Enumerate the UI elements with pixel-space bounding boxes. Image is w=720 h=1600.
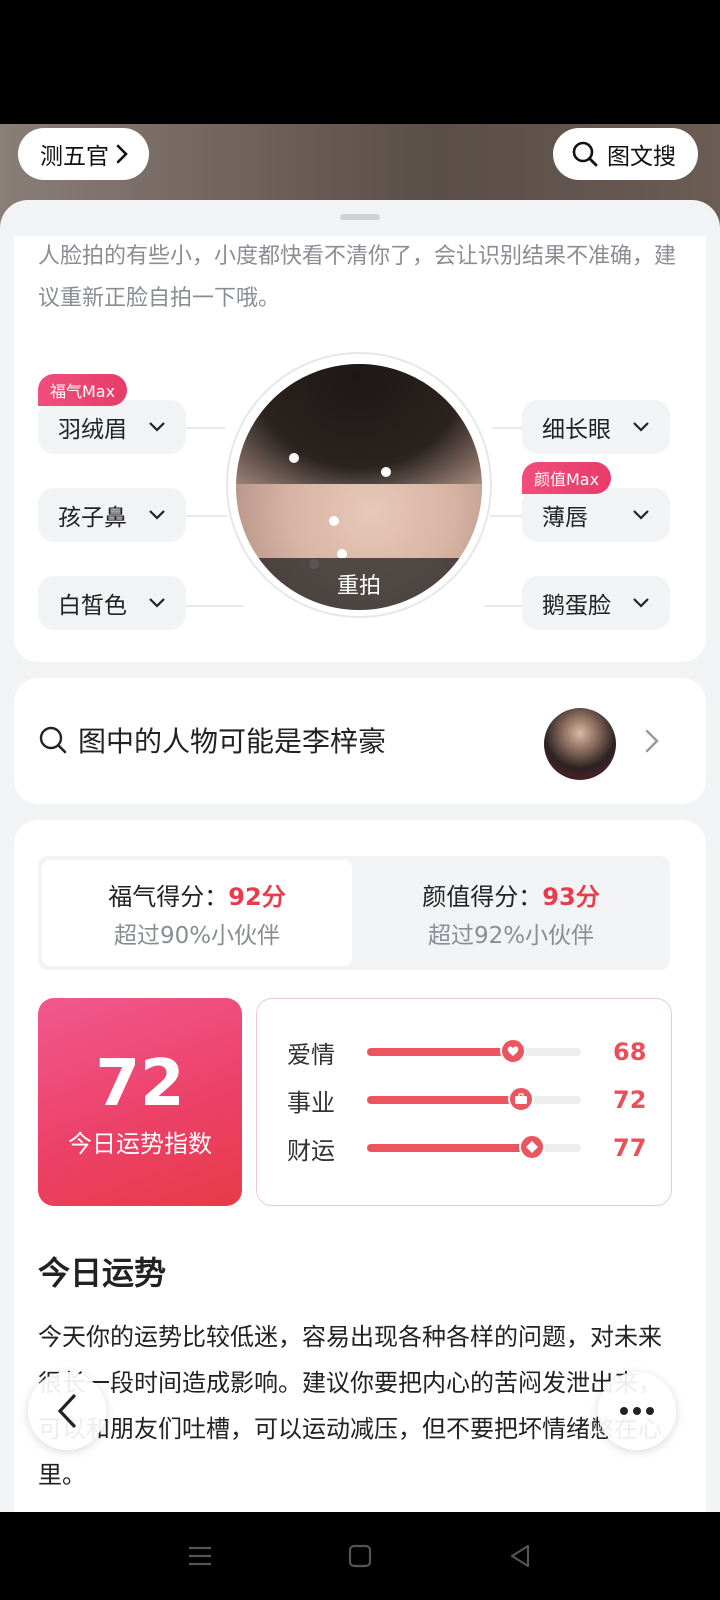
back-triangle-icon[interactable] — [507, 1543, 533, 1569]
system-nav-bar — [0, 1512, 720, 1600]
fortune-score-percentile: 超过90%小伙伴 — [113, 922, 281, 949]
bar-love-track — [367, 1038, 581, 1064]
luck-max-tag: 福气Max — [38, 374, 128, 406]
beauty-score-value: 93分 — [542, 882, 600, 911]
beauty-score-percentile: 超过92%小伙伴 — [427, 922, 595, 949]
today-fortune-text: 今天你的运势比较低迷，容易出现各种各样的问题，对未来很长一段时间造成影响。建议你… — [38, 1323, 662, 1489]
fortune-score-line: 福气得分：92分 — [108, 877, 285, 912]
sheet-handle[interactable] — [340, 214, 380, 220]
bar-love-value: 68 — [613, 1038, 647, 1066]
briefcase-icon — [508, 1086, 535, 1112]
face-test-button[interactable]: 测五官 — [18, 128, 149, 180]
feature-skin-label: 白皙色 — [58, 593, 127, 619]
retake-button[interactable]: 重拍 — [236, 558, 482, 610]
bar-wealth-label: 财运 — [287, 1136, 335, 1165]
score-tabs: 福气得分：92分 超过90%小伙伴 颜值得分：93分 超过92%小伙伴 — [38, 856, 670, 970]
search-icon — [571, 140, 599, 168]
fortune-score-value: 92分 — [228, 882, 286, 911]
chevron-down-icon — [148, 421, 166, 433]
feature-face-shape[interactable]: 鹅蛋脸 — [522, 576, 670, 630]
person-avatar[interactable] — [544, 708, 616, 780]
diamond-icon — [518, 1134, 545, 1160]
feature-eyes-label: 细长眼 — [542, 417, 611, 443]
fortune-index-value: 72 — [95, 1046, 185, 1121]
search-icon — [38, 725, 68, 755]
feature-eyebrow-label: 羽绒眉 — [58, 417, 127, 443]
beauty-score-label: 颜值得分： — [422, 882, 543, 911]
feature-nose[interactable]: 孩子鼻 — [38, 488, 186, 542]
more-button[interactable] — [598, 1372, 676, 1450]
bar-wealth-track — [367, 1134, 581, 1160]
chevron-right-icon[interactable] — [644, 728, 660, 754]
feature-face-shape-label: 鹅蛋脸 — [542, 593, 611, 619]
bar-career-value: 72 — [613, 1086, 647, 1114]
bar-career-label: 事业 — [287, 1088, 335, 1117]
face-test-label: 测五官 — [40, 144, 109, 170]
chevron-right-icon — [115, 143, 129, 165]
face-analysis-card: 人脸拍的有些小，小度都快看不清你了，会让识别结果不准确，建议重新正脸自拍一下哦。 — [14, 236, 706, 662]
chevron-down-icon — [148, 509, 166, 521]
more-dots-icon — [620, 1407, 654, 1415]
fortune-score-label: 福气得分： — [108, 882, 229, 911]
bar-wealth: 财运 77 — [287, 1133, 647, 1165]
chevron-down-icon — [632, 597, 650, 609]
today-fortune-title: 今日运势 — [38, 1254, 167, 1292]
chevron-down-icon — [632, 509, 650, 521]
tab-fortune-score[interactable]: 福气得分：92分 超过90%小伙伴 — [42, 860, 352, 966]
bar-wealth-value: 77 — [613, 1134, 647, 1162]
status-bar — [0, 0, 720, 124]
bar-wealth-fill — [367, 1144, 532, 1152]
feature-eyes[interactable]: 细长眼 — [522, 400, 670, 454]
daily-fortune-index: 72 今日运势指数 — [38, 998, 242, 1206]
face-photo[interactable]: 重拍 — [236, 364, 482, 610]
feature-lips[interactable]: 薄唇 — [522, 488, 670, 542]
home-icon[interactable] — [347, 1543, 373, 1569]
heart-icon — [499, 1038, 526, 1064]
person-search-card[interactable]: 图中的人物可能是李梓豪 — [14, 678, 706, 804]
feature-eyebrow[interactable]: 羽绒眉 — [38, 400, 186, 454]
chevron-down-icon — [148, 597, 166, 609]
chevron-down-icon — [632, 421, 650, 433]
result-sheet: 人脸拍的有些小，小度都快看不清你了，会让识别结果不准确，建议重新正脸自拍一下哦。 — [0, 200, 720, 1512]
image-search-label: 图文搜 — [607, 144, 676, 170]
bar-career-track — [367, 1086, 581, 1112]
feature-nose-label: 孩子鼻 — [58, 505, 127, 531]
tab-beauty-score[interactable]: 颜值得分：93分 超过92%小伙伴 — [356, 860, 666, 966]
person-search-row[interactable]: 图中的人物可能是李梓豪 — [38, 720, 386, 760]
fortune-bars: 爱情 68 事业 72 财运 77 — [256, 998, 672, 1206]
feature-skin[interactable]: 白皙色 — [38, 576, 186, 630]
person-search-text: 图中的人物可能是李梓豪 — [78, 725, 387, 758]
bar-love: 爱情 68 — [287, 1037, 647, 1069]
fortune-index-label: 今日运势指数 — [68, 1129, 212, 1158]
bar-career: 事业 72 — [287, 1085, 647, 1117]
beauty-max-tag: 颜值Max — [522, 462, 612, 494]
bar-love-fill — [367, 1048, 513, 1056]
back-button[interactable] — [28, 1372, 106, 1450]
beauty-score-line: 颜值得分：93分 — [422, 877, 599, 912]
image-search-button[interactable]: 图文搜 — [553, 128, 698, 180]
bar-love-label: 爱情 — [287, 1040, 335, 1069]
feature-lips-label: 薄唇 — [542, 505, 588, 531]
menu-icon[interactable] — [187, 1544, 213, 1568]
chevron-left-icon — [57, 1394, 76, 1428]
bar-career-fill — [367, 1096, 522, 1104]
